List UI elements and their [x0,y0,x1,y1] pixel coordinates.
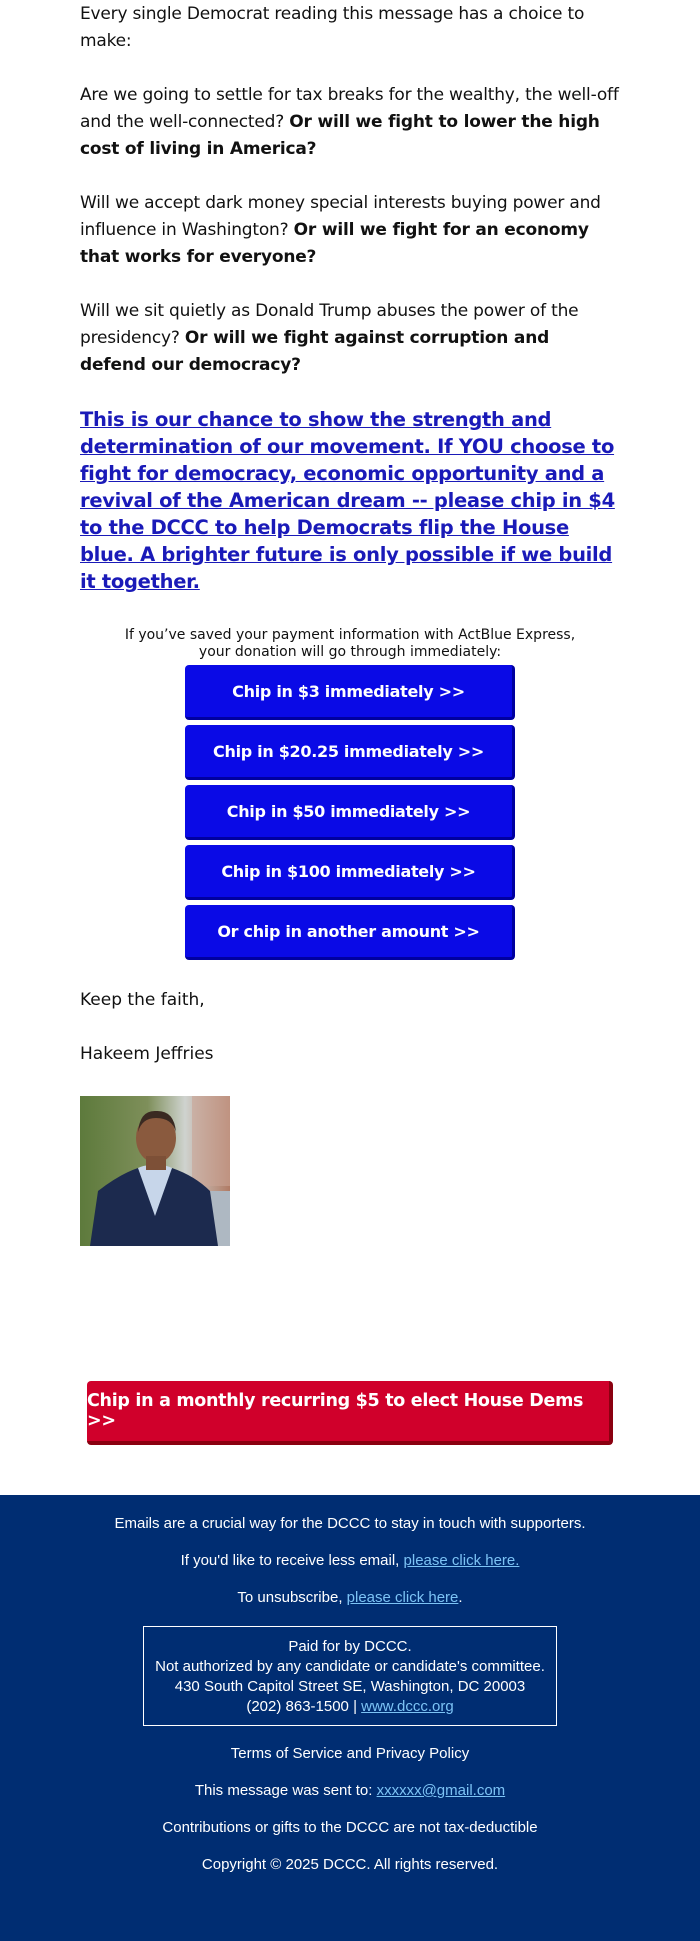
intro-paragraph: Every single Democrat reading this messa… [80,4,585,51]
donation-section: If you’ve saved your payment information… [0,627,700,960]
unsubscribe-suffix: . [458,1589,463,1606]
donate-cta-link[interactable]: This is our chance to show the strength … [80,406,620,595]
email-body: Every single Democrat reading this messa… [0,0,700,595]
footer: Emails are a crucial way for the DCCC to… [0,1495,700,1941]
tax-note: Contributions or gifts to the DCCC are n… [162,1819,538,1836]
paid-for-text: Paid for by DCCC. [288,1638,412,1655]
unsubscribe-link[interactable]: please click here [347,1589,459,1606]
paragraph-cost-of-living: Are we going to settle for tax breaks fo… [80,82,620,163]
monthly-recurring-button[interactable]: Chip in a monthly recurring $5 to elect … [87,1381,613,1445]
express-note-line-2: your donation will go through immediatel… [198,644,502,660]
signoff-section: Keep the faith, Hakeem Jeffries [0,987,700,1246]
actblue-express-note: If you’ve saved your payment information… [0,627,700,661]
footer-unsubscribe: To unsubscribe, please click here. [0,1589,700,1607]
website-link[interactable]: www.dccc.org [361,1698,454,1715]
unsubscribe-text: To unsubscribe, [237,1589,347,1606]
less-email-text: If you'd like to receive less email, [180,1552,404,1569]
less-email-link[interactable]: please click here. [404,1552,520,1569]
not-authorized-text: Not authorized by any candidate or candi… [155,1658,545,1675]
recurring-section: Chip in a monthly recurring $5 to elect … [0,1381,700,1445]
recipient-email-link[interactable]: xxxxxx@gmail.com [377,1782,506,1799]
chip-in-50-button[interactable]: Chip in $50 immediately >> [185,785,515,840]
signer-name: Hakeem Jeffries [80,1044,214,1064]
signer-photo [80,1096,230,1246]
sent-to-line: This message was sent to: xxxxxx@gmail.c… [0,1782,700,1800]
footer-email-note: Emails are a crucial way for the DCCC to… [114,1515,586,1532]
copyright-text: Copyright © 2025 DCCC. All rights reserv… [201,1856,499,1873]
express-note-line-1: If you’ve saved your payment information… [124,627,576,643]
paragraph-democracy: Will we sit quietly as Donald Trump abus… [80,298,620,379]
terms-text: Terms of Service and Privacy Policy [230,1745,470,1762]
donation-button-stack: Chip in $3 immediately >> Chip in $20.25… [0,665,700,960]
chip-in-100-button[interactable]: Chip in $100 immediately >> [185,845,515,900]
phone-text: (202) 863-1500 | [246,1698,362,1715]
chip-in-3-button[interactable]: Chip in $3 immediately >> [185,665,515,720]
paid-for-box: Paid for by DCCC. Not authorized by any … [143,1626,557,1726]
footer-less-email: If you'd like to receive less email, ple… [0,1552,700,1570]
contact-line: (202) 863-1500 | www.dccc.org [144,1697,556,1717]
address-text: 430 South Capitol Street SE, Washington,… [174,1678,526,1695]
paragraph-economy: Will we accept dark money special intere… [80,190,620,271]
closing-text: Keep the faith, [80,990,205,1010]
chip-in-20-25-button[interactable]: Chip in $20.25 immediately >> [185,725,515,780]
sent-to-text: This message was sent to: [194,1782,377,1799]
chip-in-other-amount-button[interactable]: Or chip in another amount >> [185,905,515,960]
